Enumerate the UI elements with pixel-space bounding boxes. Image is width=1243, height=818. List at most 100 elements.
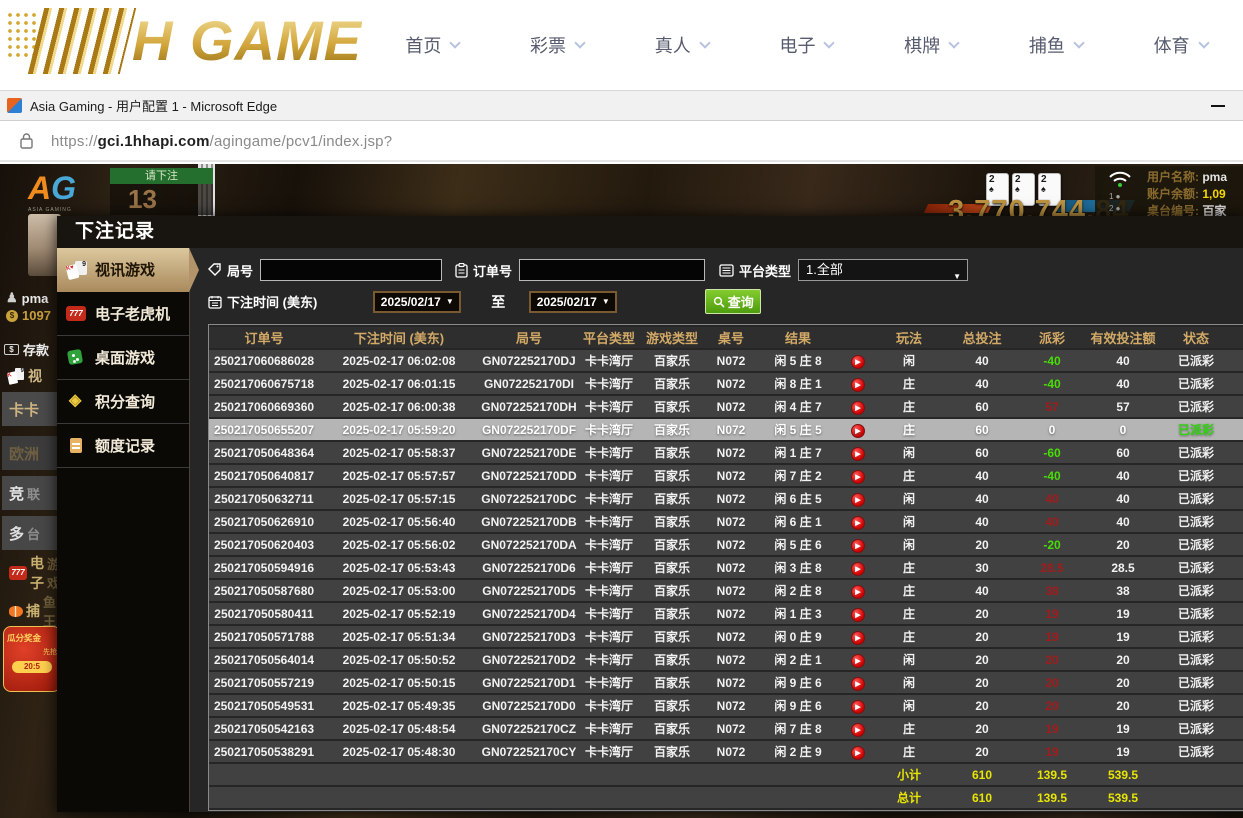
replay-button[interactable]: ▶ xyxy=(851,585,865,599)
table-row[interactable]: 250217060669360 2025-02-17 06:00:38 GN07… xyxy=(209,396,1243,417)
date-to-picker[interactable]: 2025/02/17▼ xyxy=(529,291,617,313)
table-row[interactable]: 250217060686028 2025-02-17 06:02:08 GN07… xyxy=(209,350,1243,371)
promo-red-packet[interactable]: 瓜分奖金 先抢 20:5 xyxy=(3,626,61,692)
table-row[interactable]: 250217050557219 2025-02-17 05:50:15 GN07… xyxy=(209,672,1243,693)
date-from-picker[interactable]: 2025/02/17▼ xyxy=(373,291,461,313)
replay-button[interactable]: ▶ xyxy=(851,562,865,576)
cell-bet-time: 2025-02-17 05:57:57 xyxy=(319,465,479,486)
subtotal-valid: 539.5 xyxy=(1081,764,1165,785)
search-button[interactable]: 查询 xyxy=(705,289,761,314)
table-row[interactable]: 250217050564014 2025-02-17 05:50:52 GN07… xyxy=(209,649,1243,670)
cell-play-type: 庄 xyxy=(877,603,941,624)
nav-item[interactable]: 首页 xyxy=(405,32,459,58)
table-row[interactable]: 250217050655207 2025-02-17 05:59:20 GN07… xyxy=(209,419,1243,440)
total-row: 总计 610 139.5 539.5 xyxy=(209,787,1243,808)
cell-order-number: 250217050542163 xyxy=(209,718,319,739)
replay-button[interactable]: ▶ xyxy=(851,746,865,760)
replay-button[interactable]: ▶ xyxy=(851,516,865,530)
platform-type-select[interactable]: 1.全部▼ xyxy=(798,259,968,281)
cell-status: 已派彩 xyxy=(1165,557,1227,578)
deposit-button[interactable]: $ 存款 xyxy=(4,340,49,359)
nav-item[interactable]: 彩票 xyxy=(530,32,584,58)
round-number-input[interactable] xyxy=(260,259,442,281)
replay-button[interactable]: ▶ xyxy=(851,401,865,415)
nav-item[interactable]: 棋牌 xyxy=(904,32,958,58)
table-row[interactable]: 250217050538291 2025-02-17 05:48:30 GN07… xyxy=(209,741,1243,762)
cell-total-bet: 20 xyxy=(941,672,1023,693)
table-row[interactable]: 250217050632711 2025-02-17 05:57:15 GN07… xyxy=(209,488,1243,509)
calendar-icon xyxy=(208,295,222,309)
table-row[interactable]: 250217050648364 2025-02-17 05:58:37 GN07… xyxy=(209,442,1243,463)
cell-play-type: 庄 xyxy=(877,557,941,578)
sidebar-item[interactable]: 额度记录 xyxy=(57,424,189,468)
cell-play-type: 闲 xyxy=(877,695,941,716)
replay-button[interactable]: ▶ xyxy=(851,608,865,622)
replay-button[interactable]: ▶ xyxy=(851,539,865,553)
page: H GAME 首页彩票真人电子棋牌捕鱼体育 Asia Gaming - 用户配置… xyxy=(0,0,1243,818)
menu-item-ouzhou[interactable]: 欧洲 xyxy=(2,436,58,470)
nav-item[interactable]: 捕鱼 xyxy=(1029,32,1083,58)
cell-result: 闲 6 庄 5 xyxy=(757,488,839,509)
cell-table-number: N072 xyxy=(705,465,757,486)
cell-order-number: 250217060686028 xyxy=(209,350,319,371)
replay-button[interactable]: ▶ xyxy=(851,355,865,369)
cell-platform: 卡卡湾厅 xyxy=(579,649,639,670)
menu-item-buyu[interactable]: 捕鱼王 xyxy=(2,594,58,628)
cell-bet-time: 2025-02-17 05:58:37 xyxy=(319,442,479,463)
sidebar-item[interactable]: 桌面游戏 xyxy=(57,336,189,380)
replay-button[interactable]: ▶ xyxy=(851,493,865,507)
table-row[interactable]: 250217050640817 2025-02-17 05:57:57 GN07… xyxy=(209,465,1243,486)
menu-item-jing[interactable]: 竞联 xyxy=(2,476,58,510)
menu-item-dianzi[interactable]: 电子游戏 xyxy=(2,556,58,590)
table-row[interactable]: 250217050549531 2025-02-17 05:49:35 GN07… xyxy=(209,695,1243,716)
cell-order-number: 250217050571788 xyxy=(209,626,319,647)
cell-total-bet: 20 xyxy=(941,626,1023,647)
video-games-menu-bg[interactable]: 视 xyxy=(8,366,42,386)
user-info-panel: 1 ● 2 ● 用户名称: pma 账户余额: 1,09 桌台编号: 百家 xyxy=(1095,166,1243,217)
sidebar-item[interactable]: 积分查询 xyxy=(57,380,189,424)
table-row[interactable]: 250217050594916 2025-02-17 05:53:43 GN07… xyxy=(209,557,1243,578)
table-row[interactable]: 250217050620403 2025-02-17 05:56:02 GN07… xyxy=(209,534,1243,555)
replay-button[interactable]: ▶ xyxy=(851,424,865,438)
minimize-button[interactable] xyxy=(1211,105,1225,107)
replay-button[interactable]: ▶ xyxy=(851,378,865,392)
logo-dots-decoration xyxy=(6,11,36,57)
site-logo[interactable]: H GAME xyxy=(6,8,362,74)
replay-button[interactable]: ▶ xyxy=(851,677,865,691)
menu-item-kaka[interactable]: 卡卡 xyxy=(2,392,58,426)
table-row[interactable]: 250217050580411 2025-02-17 05:52:19 GN07… xyxy=(209,603,1243,624)
cell-bet-time: 2025-02-17 05:52:19 xyxy=(319,603,479,624)
browser-urlbar[interactable]: https://gci.1hhapi.com/agingame/pcv1/ind… xyxy=(0,122,1243,162)
menu-item-duo[interactable]: 多台 xyxy=(2,516,58,550)
promo-subtitle: 先抢 xyxy=(7,647,57,657)
cell-platform: 卡卡湾厅 xyxy=(579,350,639,371)
replay-button[interactable]: ▶ xyxy=(851,631,865,645)
replay-button[interactable]: ▶ xyxy=(851,700,865,714)
cell-play-type: 庄 xyxy=(877,373,941,394)
slots-icon xyxy=(66,305,88,323)
column-header: 派彩 xyxy=(1023,327,1081,348)
cell-order-number: 250217050632711 xyxy=(209,488,319,509)
cell-replay: ▶ xyxy=(839,649,877,670)
sidebar-item[interactable]: 电子老虎机 xyxy=(57,292,189,336)
order-number-input[interactable] xyxy=(519,259,705,281)
nav-item[interactable]: 体育 xyxy=(1154,32,1208,58)
replay-button[interactable]: ▶ xyxy=(851,447,865,461)
table-row[interactable]: 250217050587680 2025-02-17 05:53:00 GN07… xyxy=(209,580,1243,601)
nav-item[interactable]: 电子 xyxy=(779,32,833,58)
cell-result: 闲 5 庄 5 xyxy=(757,419,839,440)
cell-total-bet: 60 xyxy=(941,419,1023,440)
sidebar-item[interactable]: 视讯游戏 xyxy=(57,248,189,292)
replay-button[interactable]: ▶ xyxy=(851,470,865,484)
column-header: 平台类型 xyxy=(579,327,639,348)
table-row[interactable]: 250217060675718 2025-02-17 06:01:15 GN07… xyxy=(209,373,1243,394)
round-filter-label: 局号 xyxy=(208,261,253,280)
cell-order-number: 250217050587680 xyxy=(209,580,319,601)
nav-item[interactable]: 真人 xyxy=(655,32,709,58)
replay-button[interactable]: ▶ xyxy=(851,654,865,668)
replay-button[interactable]: ▶ xyxy=(851,723,865,737)
table-row[interactable]: 250217050571788 2025-02-17 05:51:34 GN07… xyxy=(209,626,1243,647)
table-row[interactable]: 250217050626910 2025-02-17 05:56:40 GN07… xyxy=(209,511,1243,532)
cell-payout: -40 xyxy=(1023,465,1081,486)
table-row[interactable]: 250217050542163 2025-02-17 05:48:54 GN07… xyxy=(209,718,1243,739)
